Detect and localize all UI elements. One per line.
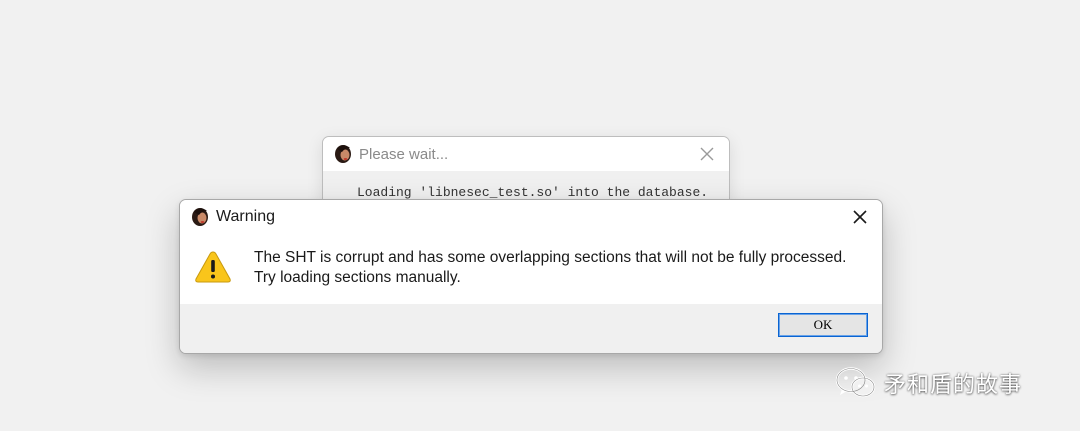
please-wait-message: Loading 'libnesec_test.so' into the data… [357, 185, 709, 200]
warning-dialog: Warning The SHT is corrupt and has some … [179, 199, 883, 354]
app-avatar-icon [335, 145, 351, 163]
warning-body: The SHT is corrupt and has some overlapp… [180, 234, 882, 304]
warning-message-line1: The SHT is corrupt and has some overlapp… [254, 249, 847, 266]
wechat-icon [835, 367, 876, 398]
warning-triangle-icon [195, 251, 231, 283]
watermark-text: 矛和盾的故事 [884, 373, 1023, 398]
warning-title: Warning [216, 208, 275, 225]
warning-message: The SHT is corrupt and has some overlapp… [254, 248, 846, 288]
app-avatar-icon [192, 208, 208, 226]
ok-button[interactable]: OK [778, 313, 868, 337]
warning-titlebar: Warning [180, 200, 882, 234]
warning-message-line2: Try loading sections manually. [254, 269, 461, 286]
close-icon[interactable] [850, 207, 870, 227]
please-wait-titlebar: Please wait... [323, 137, 729, 171]
please-wait-title: Please wait... [359, 145, 449, 163]
close-icon[interactable] [697, 144, 717, 164]
warning-footer: OK [180, 304, 882, 353]
watermark: 矛和盾的故事 [834, 365, 1022, 401]
